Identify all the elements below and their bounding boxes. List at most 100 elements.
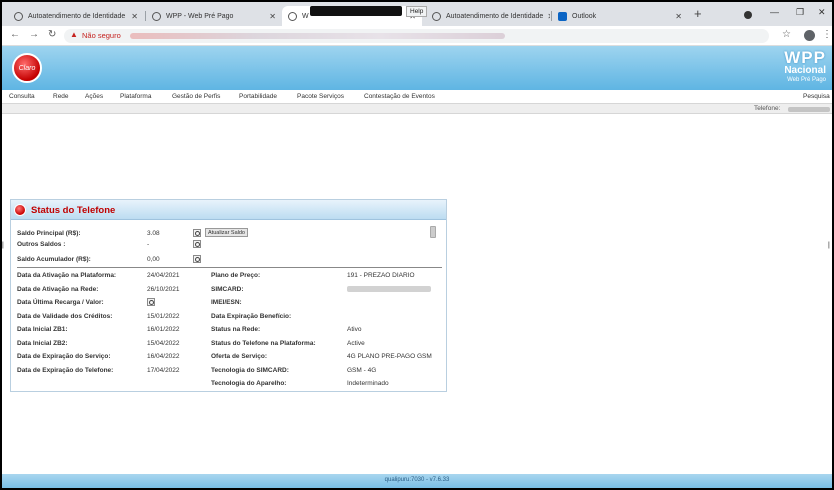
search-icon[interactable]: [147, 298, 155, 306]
saldo-principal-label: Saldo Principal (R$):: [17, 230, 81, 237]
forward-icon[interactable]: →: [29, 29, 39, 40]
atualizar-saldo-button[interactable]: Atualizar Saldo: [205, 228, 248, 237]
brand-line3: Web Pré Pago: [787, 77, 826, 83]
telefone-label: Telefone:: [754, 105, 781, 112]
help-tooltip: Help: [406, 6, 428, 17]
saldo-acumulador-label: Saldo Acumulador (R$):: [17, 256, 91, 263]
field-label: Data de Expiração do Serviço:: [17, 353, 111, 360]
search-icon[interactable]: [193, 240, 201, 248]
field-label: SIMCARD:: [211, 286, 244, 293]
globe-icon: [288, 11, 297, 21]
tab-autoatendimento-2[interactable]: Autoatendimento de Identidade ✕: [426, 6, 550, 26]
profile-icon[interactable]: [804, 30, 815, 41]
phone-status-icon: [14, 204, 26, 216]
field-value: 16/04/2022: [147, 353, 180, 360]
tab-outlook[interactable]: Outlook ✕: [552, 6, 688, 26]
telefone-redacted: [788, 107, 830, 112]
field-value: 15/01/2022: [147, 313, 180, 320]
reload-icon[interactable]: ↻: [48, 29, 56, 40]
menu-kebab-icon[interactable]: ⋮: [822, 29, 832, 40]
field-label: Data de Expiração do Telefone:: [17, 367, 114, 374]
menu-acoes[interactable]: Ações: [85, 93, 103, 100]
field-value: Active: [347, 340, 365, 347]
close-icon[interactable]: ✕: [265, 12, 276, 21]
menu-rede[interactable]: Rede: [53, 93, 69, 100]
menu-plataforma[interactable]: Plataforma: [120, 93, 151, 100]
browser-tab-strip: Autoatendimento de Identidade ✕ WPP - We…: [2, 2, 832, 26]
field-label: Status do Telefone na Plataforma:: [211, 340, 316, 347]
field-value: 16/01/2022: [147, 326, 180, 333]
brand-line2: Nacional: [784, 65, 826, 76]
field-label: Data Expiração Benefício:: [211, 313, 292, 320]
globe-icon: [152, 11, 161, 21]
field-value: 24/04/2021: [147, 272, 180, 279]
menu-consulta[interactable]: Consulta: [9, 93, 35, 100]
field-value: 4G PLANO PRE-PAGO GSM: [347, 353, 432, 360]
outros-saldos-label: Outros Saldos :: [17, 241, 66, 248]
field-label: Data de Ativação na Rede:: [17, 286, 99, 293]
record-icon[interactable]: [744, 11, 752, 19]
app-footer: qualipuru:7030 - v7.6.33: [2, 474, 832, 488]
field-value: 15/04/2022: [147, 340, 180, 347]
warning-icon: ▲: [70, 30, 78, 39]
field-value: 26/10/2021: [147, 286, 180, 293]
resize-handle-left[interactable]: |: [2, 242, 4, 249]
tab-wpp[interactable]: WPP - Web Pré Pago ✕: [146, 6, 282, 26]
saldo-acumulador-value: 0,00: [147, 256, 160, 263]
field-label: Status na Rede:: [211, 326, 261, 333]
claro-logo: Claro: [12, 53, 42, 83]
bookmark-star-icon[interactable]: ☆: [782, 29, 791, 40]
close-icon[interactable]: ✕: [671, 12, 682, 21]
field-label: Data Inicial ZB2:: [17, 340, 68, 347]
field-label: Tecnologia do SIMCARD:: [211, 367, 289, 374]
field-label: IMEI/ESN:: [211, 299, 242, 306]
field-value: 191 - PREZAO DIARIO: [347, 272, 415, 279]
field-value: GSM - 4G: [347, 367, 377, 374]
security-label: Não seguro: [82, 31, 121, 40]
scroll-handle[interactable]: [430, 226, 436, 238]
tab-title: Autoatendimento de Identidade: [28, 12, 126, 20]
menu-portabilidade[interactable]: Portabilidade: [239, 93, 277, 100]
field-label: Oferta de Serviço:: [211, 353, 267, 360]
close-icon[interactable]: ✕: [543, 12, 550, 21]
new-tab-icon[interactable]: +: [694, 6, 702, 21]
outros-saldos-value: -: [147, 241, 150, 248]
field-value: Indeterminado: [347, 380, 389, 387]
field-value: Ativo: [347, 326, 362, 333]
search-icon[interactable]: [193, 255, 201, 263]
menu-contestacao[interactable]: Contestação de Eventos: [364, 93, 435, 100]
tab-title: W: [302, 12, 309, 20]
field-label: Data Última Recarga / Valor:: [17, 299, 104, 306]
back-icon[interactable]: ←: [10, 29, 20, 40]
saldo-principal-value: 3.08: [147, 230, 160, 237]
app-header: Claro WPP Nacional Web Pré Pago: [2, 46, 832, 90]
simcard-redacted: [347, 286, 431, 292]
field-label: Data Inicial ZB1:: [17, 326, 68, 333]
address-bar[interactable]: ▲ Não seguro: [64, 29, 769, 43]
field-label: Tecnologia do Aparelho:: [211, 380, 287, 387]
minimize-icon[interactable]: —: [770, 7, 779, 17]
search-icon[interactable]: [193, 229, 201, 237]
menu-gestao-perfis[interactable]: Gestão de Perfis: [172, 93, 220, 100]
footer-version: qualipuru:7030 - v7.6.33: [384, 477, 450, 483]
panel-title: Status do Telefone: [31, 205, 116, 216]
status-panel: Status do Telefone Saldo Principal (R$):…: [10, 199, 447, 392]
menu-pacote-servicos[interactable]: Pacote Serviços: [297, 93, 344, 100]
restore-icon[interactable]: ❐: [796, 7, 804, 18]
menu-pesquisa[interactable]: Pesquisa: [803, 93, 830, 100]
tab-title: Autoatendimento de Identidade: [446, 12, 544, 20]
resize-handle-right[interactable]: |: [828, 242, 830, 249]
globe-icon: [432, 11, 441, 21]
app-menu: Consulta Rede Ações Plataforma Gestão de…: [2, 90, 832, 103]
field-label: Data de Validade dos Créditos:: [17, 313, 113, 320]
tab-autoatendimento-1[interactable]: Autoatendimento de Identidade ✕: [8, 6, 144, 26]
panel-header: Status do Telefone: [11, 200, 446, 220]
close-icon[interactable]: ✕: [127, 12, 138, 21]
field-label: Data da Ativação na Plataforma:: [17, 272, 117, 279]
tab-title: Outlook: [572, 12, 597, 20]
section-divider: [17, 267, 442, 268]
telefone-bar: Telefone:: [2, 103, 832, 114]
redacted-title: [310, 6, 402, 16]
window-close-icon[interactable]: ✕: [818, 7, 826, 18]
outlook-icon: [558, 11, 567, 21]
